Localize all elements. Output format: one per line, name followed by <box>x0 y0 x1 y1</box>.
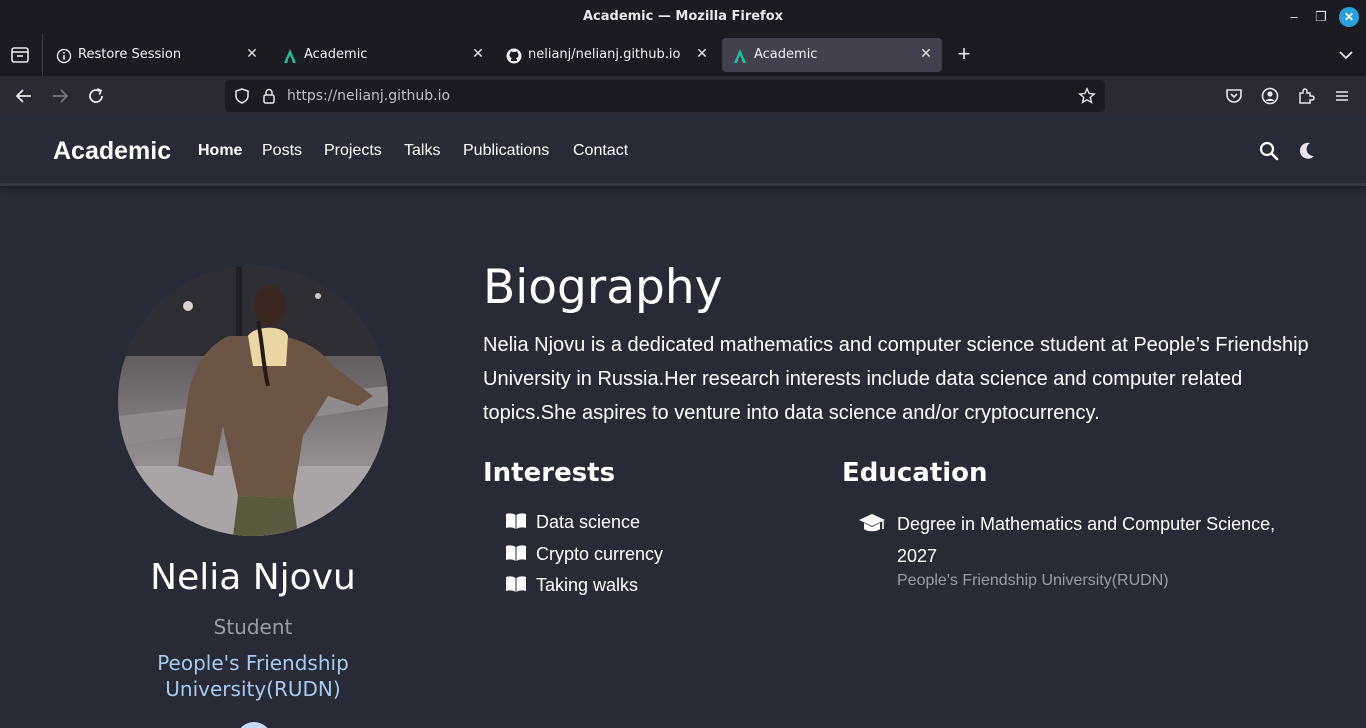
education-degree: Degree in Mathematics and Computer Scien… <box>897 514 1276 566</box>
web-page: Academic Home Posts Projects Talks Publi… <box>0 116 1366 728</box>
pocket-icon <box>1226 89 1242 103</box>
interest-label: Taking walks <box>536 575 639 595</box>
tab-label: Academic <box>754 47 818 62</box>
maximize-button[interactable]: ❐ <box>1311 7 1331 27</box>
tab-close-button[interactable]: ✕ <box>244 46 260 62</box>
nav-contact[interactable]: Contact <box>573 142 628 160</box>
info-icon <box>56 48 72 64</box>
window-title: Academic — Mozilla Firefox <box>582 9 784 24</box>
pocket-button[interactable] <box>1222 84 1246 108</box>
extensions-button[interactable] <box>1294 84 1318 108</box>
moon-icon[interactable] <box>1297 141 1317 161</box>
book-icon <box>506 545 526 561</box>
nav-home[interactable]: Home <box>198 142 242 160</box>
window-titlebar: Academic — Mozilla Firefox – ❐ ✕ <box>0 0 1366 34</box>
book-icon <box>506 513 526 529</box>
education-institution: People's Friendship University(RUDN) <box>897 572 1169 589</box>
github-icon <box>506 48 522 64</box>
firefox-view-button[interactable] <box>8 44 32 66</box>
profile-organization-link[interactable]: People's Friendship University(RUDN) <box>103 650 403 702</box>
profile-role: Student <box>213 615 293 639</box>
arrow-left-icon <box>15 89 31 103</box>
url-text[interactable]: https://nelianj.github.io <box>287 88 450 104</box>
nav-publications[interactable]: Publications <box>463 142 549 160</box>
graduation-cap-icon <box>859 514 885 532</box>
site-brand[interactable]: Academic <box>53 137 171 166</box>
shield-icon[interactable] <box>233 87 251 105</box>
reload-icon <box>89 88 103 103</box>
avatar-photo <box>118 266 388 536</box>
close-window-button[interactable]: ✕ <box>1339 7 1359 27</box>
nav-projects[interactable]: Projects <box>324 142 382 160</box>
lock-icon[interactable] <box>260 87 278 105</box>
profile-name: Nelia Njovu <box>150 557 356 598</box>
academic-logo-icon <box>734 49 746 63</box>
reload-button[interactable] <box>84 84 108 108</box>
tab-close-button[interactable]: ✕ <box>470 46 486 62</box>
tab-label: nelianj/nelianj.github.io <box>528 47 681 62</box>
tab-label: Academic <box>304 47 368 62</box>
list-all-tabs-button[interactable] <box>1334 44 1358 66</box>
biography-text: Nelia Njovu is a dedicated mathematics a… <box>483 334 1309 424</box>
tab-separator <box>42 34 43 76</box>
account-button[interactable] <box>1258 84 1282 108</box>
chevron-down-icon <box>1339 51 1353 60</box>
navigation-toolbar: https://nelianj.github.io <box>0 76 1366 116</box>
star-icon[interactable] <box>1078 87 1096 105</box>
book-icon <box>506 576 526 592</box>
account-icon <box>1261 87 1279 105</box>
new-tab-button[interactable]: + <box>952 43 976 66</box>
nav-talks[interactable]: Talks <box>404 142 440 160</box>
search-icon[interactable] <box>1259 141 1279 161</box>
forward-button[interactable] <box>48 84 72 108</box>
tab-label: Restore Session <box>78 47 182 62</box>
hamburger-icon <box>1336 91 1348 101</box>
profile-avatar <box>118 266 388 536</box>
tab-academic-1[interactable]: Academic ✕ <box>272 38 494 72</box>
interest-label: Data science <box>536 512 641 532</box>
interests-heading: Interests <box>483 458 616 488</box>
biography-heading: Biography <box>483 260 723 315</box>
nav-posts[interactable]: Posts <box>262 142 302 160</box>
address-bar[interactable]: https://nelianj.github.io <box>225 80 1105 112</box>
interest-label: Crypto currency <box>536 544 664 564</box>
tab-close-button[interactable]: ✕ <box>918 46 934 62</box>
social-link-icon[interactable] <box>236 722 272 728</box>
tab-github[interactable]: nelianj/nelianj.github.io ✕ <box>496 38 718 72</box>
academic-logo-icon <box>284 49 296 63</box>
tab-academic-active[interactable]: Academic ✕ <box>722 38 942 72</box>
firefox-view-icon <box>11 47 29 63</box>
tab-restore-session[interactable]: Restore Session ✕ <box>46 38 268 72</box>
arrow-right-icon <box>53 89 69 103</box>
back-button[interactable] <box>12 84 36 108</box>
menu-button[interactable] <box>1330 84 1354 108</box>
site-navbar: Academic Home Posts Projects Talks Publi… <box>0 116 1366 186</box>
tab-bar: Restore Session ✕ Academic ✕ nelianj/nel… <box>0 34 1366 76</box>
puzzle-icon <box>1299 88 1315 104</box>
minimize-button[interactable]: – <box>1284 7 1304 27</box>
education-heading: Education <box>842 458 988 488</box>
tab-close-button[interactable]: ✕ <box>694 46 710 62</box>
